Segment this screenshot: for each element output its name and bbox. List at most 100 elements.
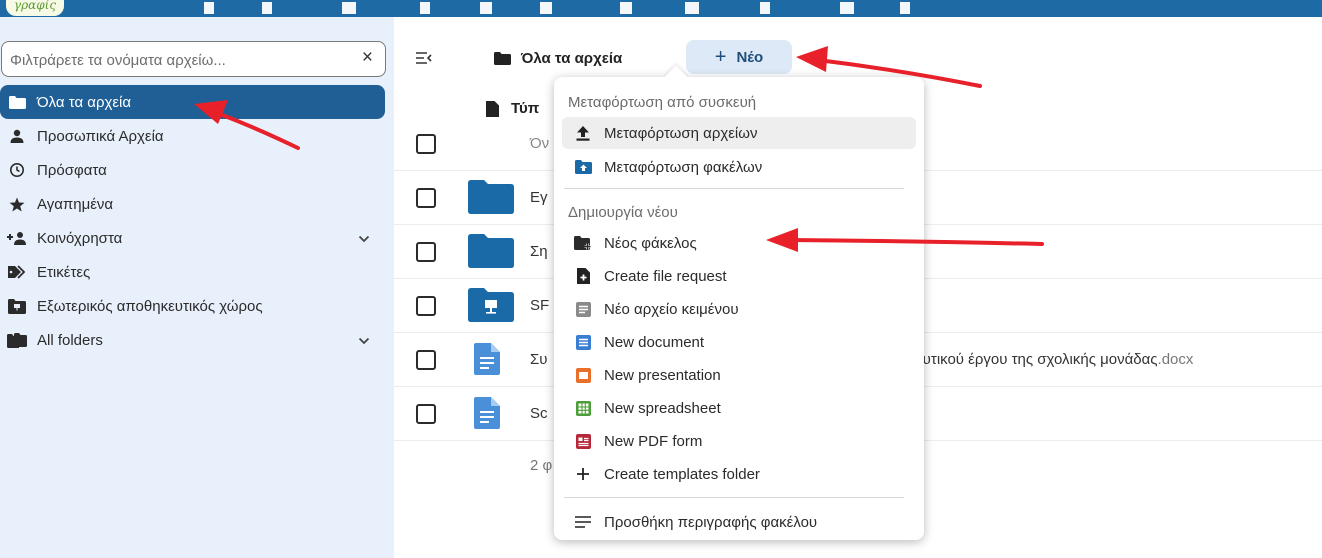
file-filter-box: × <box>1 41 386 77</box>
document-icon <box>474 397 500 434</box>
filter-input[interactable] <box>8 48 332 72</box>
files-summary: 2 φ <box>530 457 553 474</box>
menu-item-label: New spreadsheet <box>604 399 721 417</box>
header-icon[interactable] <box>540 2 552 14</box>
header-icon[interactable] <box>620 2 632 14</box>
file-name[interactable]: Ση <box>530 243 548 260</box>
breadcrumb[interactable]: Όλα τα αρχεία <box>494 45 622 71</box>
chevron-down-icon[interactable] <box>358 332 370 349</box>
pdf-form-icon <box>574 433 592 449</box>
nav-item-recent[interactable]: Πρόσφατα <box>0 153 394 187</box>
menu-item-label: Μεταφόρτωση φακέλων <box>604 158 763 176</box>
nav-item-external-storage[interactable]: Εξωτερικός αποθηκευτικός χώρος <box>0 289 394 323</box>
nav-item-label: Πρόσφατα <box>37 161 107 179</box>
new-button-label: Νέο <box>736 48 764 66</box>
row-checkbox[interactable] <box>416 296 436 316</box>
folder-icon <box>494 51 511 65</box>
text-align-icon <box>574 514 592 530</box>
new-pdf-form-item[interactable]: New PDF form <box>562 425 916 457</box>
new-folder-item[interactable]: Νέος φάκελος <box>562 227 916 259</box>
menu-item-label: Νέος φάκελος <box>604 234 697 252</box>
file-name[interactable]: SF <box>530 297 549 314</box>
menu-item-label: New document <box>604 333 705 351</box>
file-request-icon <box>574 268 592 284</box>
create-file-request-item[interactable]: Create file request <box>562 260 916 292</box>
menu-section-upload: Μεταφόρτωση από συσκευή <box>568 94 757 111</box>
file-name-text: ευτικού έργου της σχολικής μονάδας <box>916 351 1158 368</box>
nav-item-label: Κοινόχρηστα <box>37 229 123 247</box>
file-name[interactable]: Εγ <box>530 189 548 206</box>
header-icon[interactable] <box>900 2 910 14</box>
nav-item-label: Προσωπικά Αρχεία <box>37 127 164 145</box>
menu-item-label: New PDF form <box>604 432 703 450</box>
share-icon <box>6 230 28 246</box>
row-checkbox[interactable] <box>416 404 436 424</box>
file-name-tail[interactable]: ευτικού έργου της σχολικής μονάδας.docx <box>916 351 1193 368</box>
external-storage-icon <box>6 298 28 314</box>
navigation-sidebar: × Όλα τα αρχεία Προσωπικά Αρχεία Πρόσφατ… <box>0 17 394 558</box>
new-document-item[interactable]: New document <box>562 326 916 358</box>
spreadsheet-icon <box>574 400 592 416</box>
document-icon <box>474 343 500 380</box>
row-checkbox[interactable] <box>416 350 436 370</box>
file-extension: .docx <box>1157 351 1194 368</box>
create-templates-folder-item[interactable]: Create templates folder <box>562 458 916 490</box>
external-folder-icon <box>468 288 514 327</box>
header-icon[interactable] <box>840 2 854 14</box>
column-header-name[interactable]: Όν <box>530 135 549 152</box>
file-name[interactable]: Sc <box>530 405 548 422</box>
add-folder-description-item[interactable]: Προσθήκη περιγραφής φακέλου <box>562 506 916 538</box>
upload-files-item[interactable]: Μεταφόρτωση αρχείων <box>562 117 916 149</box>
nav-item-label: Αγαπημένα <box>37 195 114 213</box>
nav-list: Όλα τα αρχεία Προσωπικά Αρχεία Πρόσφατα … <box>0 85 394 357</box>
header-icon[interactable] <box>685 2 699 14</box>
folder-upload-icon <box>574 159 592 175</box>
header-icon[interactable] <box>480 2 492 14</box>
header-icon[interactable] <box>204 2 214 14</box>
breadcrumb-label: Όλα τα αρχεία <box>521 49 623 67</box>
column-header-type[interactable]: Τύπ <box>486 100 539 117</box>
star-icon <box>6 196 28 212</box>
menu-item-label: Create file request <box>604 267 727 285</box>
chevron-down-icon[interactable] <box>358 230 370 247</box>
upload-folders-item[interactable]: Μεταφόρτωση φακέλων <box>562 151 916 183</box>
nav-item-favorites[interactable]: Αγαπημένα <box>0 187 394 221</box>
select-all-checkbox[interactable] <box>416 134 436 154</box>
menu-item-label: Μεταφόρτωση αρχείων <box>604 124 758 142</box>
header-icon[interactable] <box>760 2 770 14</box>
nav-item-personal-files[interactable]: Προσωπικά Αρχεία <box>0 119 394 153</box>
new-spreadsheet-item[interactable]: New spreadsheet <box>562 392 916 424</box>
new-button[interactable]: + Νέο <box>686 40 792 74</box>
presentation-icon <box>574 367 592 383</box>
nav-item-tags[interactable]: Ετικέτες <box>0 255 394 289</box>
plus-icon: + <box>714 45 727 68</box>
tag-icon <box>6 264 28 280</box>
menu-item-label: Προσθήκη περιγραφής φακέλου <box>604 513 818 531</box>
menu-divider <box>564 497 904 498</box>
sidebar-toggle-icon[interactable] <box>416 51 432 69</box>
row-checkbox[interactable] <box>416 242 436 262</box>
brand-logo[interactable]: γραφίς <box>6 0 64 16</box>
header-icon[interactable] <box>342 2 356 14</box>
header-icon[interactable] <box>420 2 430 14</box>
nav-item-label: Όλα τα αρχεία <box>37 93 132 111</box>
nav-item-label: All folders <box>37 331 103 349</box>
menu-item-label: New presentation <box>604 366 721 384</box>
folder-icon <box>468 234 514 273</box>
new-text-file-item[interactable]: Νέο αρχείο κειμένου <box>562 293 916 325</box>
header-icon[interactable] <box>262 2 272 14</box>
nav-item-shared[interactable]: Κοινόχρηστα <box>0 221 394 255</box>
nav-item-all-files[interactable]: Όλα τα αρχεία <box>0 85 385 119</box>
app-header: γραφίς <box>0 0 1322 17</box>
nav-item-label: Ετικέτες <box>37 263 91 281</box>
menu-item-label: Νέο αρχείο κειμένου <box>604 300 739 318</box>
folder-icon <box>468 180 514 219</box>
file-name[interactable]: Συ <box>530 351 547 368</box>
plus-icon <box>574 466 592 482</box>
folder-icon <box>6 94 28 110</box>
clear-filter-icon[interactable]: × <box>362 47 373 69</box>
new-presentation-item[interactable]: New presentation <box>562 359 916 391</box>
folders-icon <box>6 332 28 348</box>
row-checkbox[interactable] <box>416 188 436 208</box>
nav-item-all-folders[interactable]: All folders <box>0 323 394 357</box>
